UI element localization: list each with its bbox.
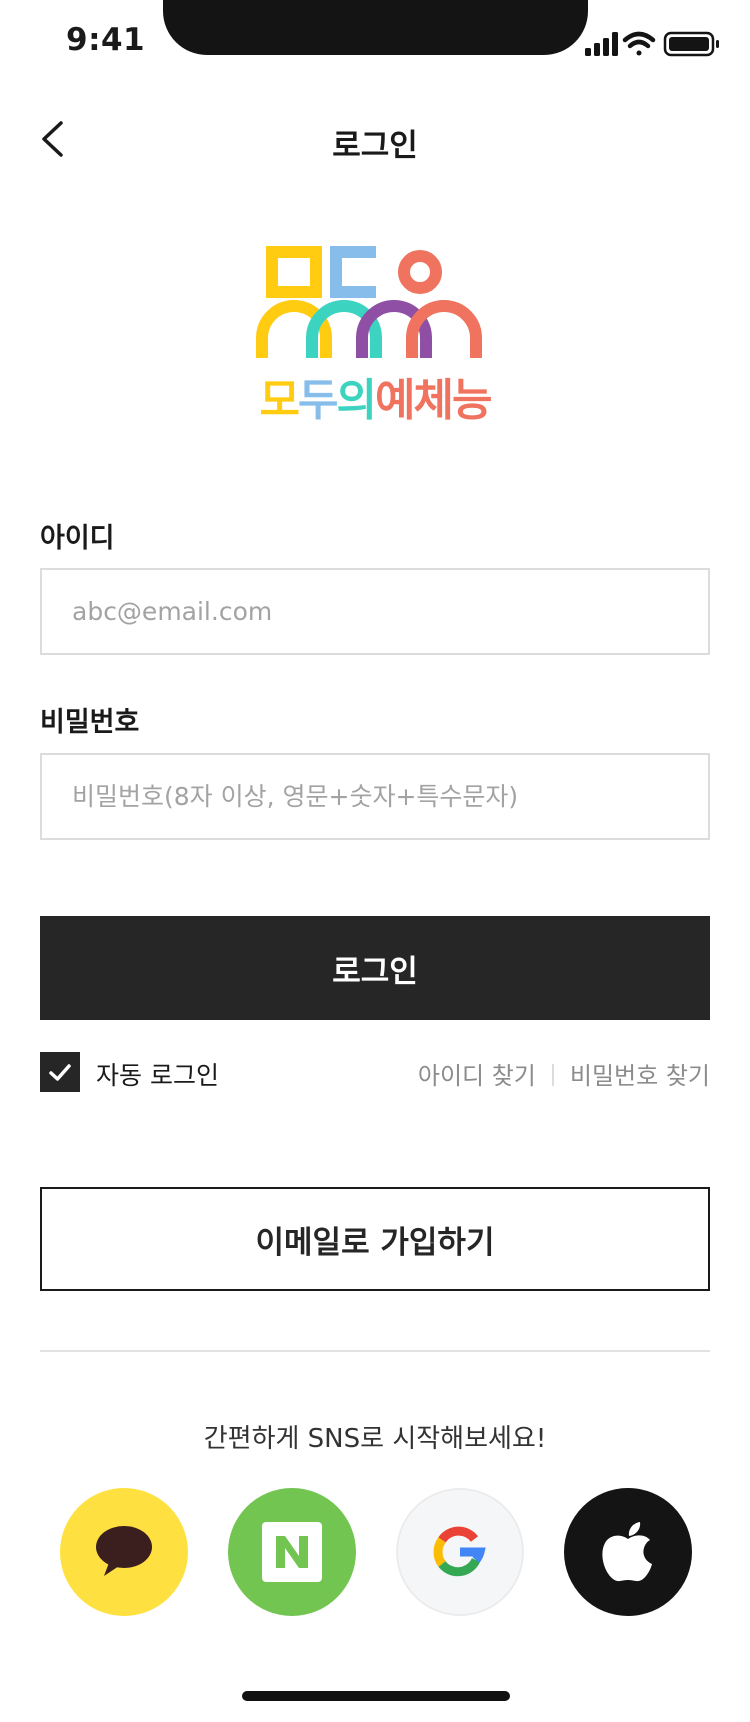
id-label: 아이디: [40, 523, 115, 554]
logo-mark: [256, 246, 482, 358]
home-indicator: [242, 1691, 510, 1701]
google-login-button[interactable]: [396, 1488, 524, 1616]
find-id-link[interactable]: 아이디 찾기: [418, 1062, 536, 1090]
password-input[interactable]: [40, 753, 710, 840]
email-signup-button[interactable]: 이메일로 가입하기: [40, 1187, 710, 1291]
auto-login-checkbox[interactable]: [40, 1052, 80, 1092]
signal-icon: [585, 32, 618, 56]
status-time: 9:41: [66, 22, 146, 58]
battery-icon: [663, 31, 719, 57]
apple-login-button[interactable]: [564, 1488, 692, 1616]
find-password-link[interactable]: 비밀번호 찾기: [570, 1062, 710, 1090]
check-icon: [49, 1064, 71, 1081]
kakao-login-button[interactable]: [60, 1488, 188, 1616]
status-icons: [585, 30, 725, 60]
divider: [40, 1350, 710, 1352]
password-label: 비밀번호: [40, 707, 140, 738]
wifi-icon: [622, 31, 656, 56]
find-links: 아이디 찾기 비밀번호 찾기: [418, 1056, 710, 1091]
id-input[interactable]: [40, 568, 710, 655]
auto-login-label: 자동 로그인: [96, 1061, 219, 1090]
logo-wordmark: 모두의예체능: [259, 375, 493, 426]
status-bar: 9:41: [0, 0, 750, 90]
nav-bar: 로그인: [0, 100, 750, 180]
app-logo: 모두의예체능: [248, 240, 502, 430]
naver-login-button[interactable]: [228, 1488, 356, 1616]
login-button[interactable]: 로그인: [40, 916, 710, 1020]
link-divider: [551, 1064, 554, 1086]
google-icon: [433, 1526, 486, 1577]
device-notch: [163, 0, 588, 55]
apple-icon: [602, 1522, 652, 1582]
sns-prompt: 간편하게 SNS로 시작해보세요!: [203, 1424, 547, 1454]
kakao-icon: [96, 1526, 152, 1576]
page-title: 로그인: [332, 128, 418, 164]
naver-icon: [262, 1522, 322, 1582]
